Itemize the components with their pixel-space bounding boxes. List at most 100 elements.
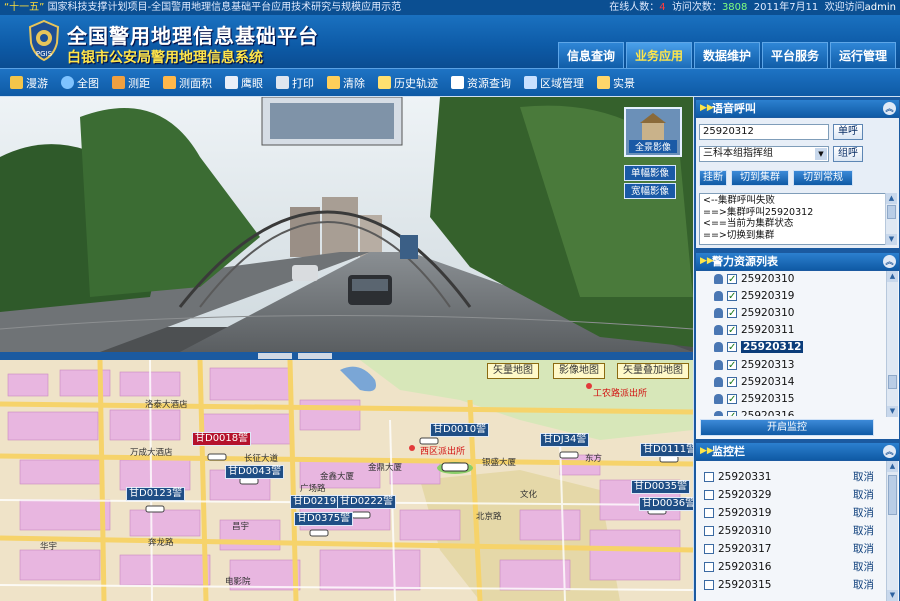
wide-image-button[interactable]: 宽幅影像 bbox=[624, 183, 676, 199]
cancel-link[interactable]: 取消 bbox=[853, 523, 874, 540]
tool-eagle-eye[interactable]: 鹰眼 bbox=[221, 73, 267, 93]
nav-business-app[interactable]: 业务应用 bbox=[626, 42, 692, 68]
tool-measure-area[interactable]: 测面积 bbox=[159, 73, 216, 93]
monitor-scrollbar[interactable]: ▲ ▼ bbox=[886, 461, 898, 601]
resource-item[interactable]: 25920311 bbox=[714, 322, 794, 339]
poi-xiqu-station[interactable]: 西区派出所 bbox=[420, 444, 465, 457]
checkbox[interactable] bbox=[704, 562, 714, 572]
vehicle-label[interactable]: 甘D0123警 bbox=[126, 487, 186, 501]
vehicle-label[interactable]: 甘D0043警 bbox=[225, 465, 285, 479]
checkbox[interactable] bbox=[727, 323, 737, 339]
tool-region-manage[interactable]: 区域管理 bbox=[520, 73, 588, 93]
monitor-header[interactable]: ▶▶ 监控栏 ︽ bbox=[696, 443, 899, 460]
group-call-button[interactable]: 组呼 bbox=[833, 146, 863, 162]
checkbox[interactable] bbox=[727, 306, 737, 322]
tool-print[interactable]: 打印 bbox=[272, 73, 318, 93]
checkbox[interactable] bbox=[727, 392, 737, 408]
vehicle-label[interactable]: 甘D0035警 bbox=[631, 480, 691, 494]
vehicle-label[interactable]: 甘D0222警 bbox=[337, 495, 397, 509]
poi-gongnonglu-station[interactable]: 工农路派出所 bbox=[593, 386, 647, 399]
tool-full-extent[interactable]: 全图 bbox=[57, 73, 103, 93]
single-image-button[interactable]: 单幅影像 bbox=[624, 165, 676, 181]
checkbox[interactable] bbox=[704, 508, 714, 518]
resource-item[interactable]: 25920315 bbox=[714, 391, 794, 408]
resource-item[interactable]: 25920313 bbox=[714, 357, 794, 374]
collapse-icon[interactable]: ︽ bbox=[883, 445, 896, 458]
nav-data-maintenance[interactable]: 数据维护 bbox=[694, 42, 760, 68]
tool-street-view[interactable]: 实景 bbox=[593, 73, 639, 93]
checkbox[interactable] bbox=[704, 490, 714, 500]
group-select[interactable]: 三科本组指挥组 ▼ bbox=[699, 146, 829, 162]
checkbox[interactable] bbox=[727, 375, 737, 391]
collapse-up-handle[interactable] bbox=[258, 353, 292, 359]
start-monitor-button[interactable]: 开启监控 bbox=[700, 419, 874, 436]
panel-splitter[interactable] bbox=[0, 352, 693, 360]
cancel-link[interactable]: 取消 bbox=[853, 577, 874, 594]
person-icon bbox=[714, 377, 723, 387]
resource-item-selected[interactable]: 25920312 bbox=[714, 339, 804, 356]
checkbox[interactable] bbox=[704, 526, 714, 536]
image-map-button[interactable]: 影像地图 bbox=[553, 363, 605, 379]
ruler-icon bbox=[112, 76, 125, 89]
collapse-icon[interactable]: ︽ bbox=[883, 255, 896, 268]
resource-item[interactable]: 25920310 bbox=[714, 305, 794, 322]
resource-item[interactable]: 25920314 bbox=[714, 374, 794, 391]
vehicle-label[interactable]: 甘D0010警 bbox=[430, 423, 490, 437]
checkbox[interactable] bbox=[727, 409, 737, 416]
switch-to-normal-button[interactable]: 切到常规 bbox=[793, 170, 853, 186]
vehicle-label[interactable]: 甘D0375警 bbox=[294, 512, 354, 526]
checkbox[interactable] bbox=[727, 289, 737, 305]
vehicle-label[interactable]: 甘D0018警 bbox=[192, 432, 252, 446]
checkbox[interactable] bbox=[727, 340, 737, 356]
vehicle-label[interactable]: 甘D0036警 bbox=[639, 497, 693, 511]
resource-item[interactable]: 25920316 bbox=[714, 408, 794, 416]
street-view-image[interactable]: 全景影像 单幅影像 宽幅影像 bbox=[0, 97, 693, 352]
resource-item[interactable]: 25920310 bbox=[714, 271, 794, 288]
scroll-up-icon[interactable]: ▲ bbox=[887, 461, 898, 472]
top-info-bar: “十一五” 国家科技支撑计划项目-全国警用地理信息基础平台应用技术研究与规模应用… bbox=[0, 0, 900, 15]
collapse-icon[interactable]: ︽ bbox=[883, 102, 896, 115]
scroll-down-icon[interactable]: ▼ bbox=[887, 590, 898, 601]
resource-scrollbar[interactable]: ▲ ▼ bbox=[886, 271, 898, 417]
cancel-link[interactable]: 取消 bbox=[853, 541, 874, 558]
checkbox[interactable] bbox=[727, 358, 737, 374]
single-call-button[interactable]: 单呼 bbox=[833, 124, 863, 140]
scroll-down-icon[interactable]: ▼ bbox=[886, 234, 897, 245]
scroll-up-icon[interactable]: ▲ bbox=[887, 271, 898, 282]
tool-measure-distance[interactable]: 测距 bbox=[108, 73, 154, 93]
left-panel: 全景影像 单幅影像 宽幅影像 矢量地图 影像地图 矢量叠加地图 工农路派出所 西… bbox=[0, 97, 693, 601]
scroll-down-icon[interactable]: ▼ bbox=[887, 406, 898, 417]
resource-item[interactable]: 25920319 bbox=[714, 288, 794, 305]
cancel-link[interactable]: 取消 bbox=[853, 505, 874, 522]
collapse-down-handle[interactable] bbox=[298, 353, 332, 359]
scroll-up-icon[interactable]: ▲ bbox=[886, 193, 897, 204]
tool-history-track[interactable]: 历史轨迹 bbox=[374, 73, 442, 93]
switch-to-trunk-button[interactable]: 切到集群 bbox=[731, 170, 789, 186]
police-resources-header[interactable]: ▶▶ 警力资源列表 ︽ bbox=[696, 253, 899, 270]
vector-overlay-map-button[interactable]: 矢量叠加地图 bbox=[617, 363, 689, 379]
nav-operation-manage[interactable]: 运行管理 bbox=[830, 42, 896, 68]
vehicle-label[interactable]: 甘D0111警 bbox=[640, 443, 693, 457]
panorama-thumbnail[interactable]: 全景影像 bbox=[624, 107, 682, 157]
checkbox[interactable] bbox=[704, 580, 714, 590]
person-icon bbox=[714, 325, 723, 335]
nav-platform-service[interactable]: 平台服务 bbox=[762, 42, 828, 68]
tool-pan[interactable]: 漫游 bbox=[6, 73, 52, 93]
expand-arrow-icon: ▶▶ bbox=[700, 446, 714, 456]
tool-clear[interactable]: 清除 bbox=[323, 73, 369, 93]
checkbox[interactable] bbox=[727, 272, 737, 288]
checkbox[interactable] bbox=[704, 472, 714, 482]
nav-info-query[interactable]: 信息查询 bbox=[558, 42, 624, 68]
tool-resource-search[interactable]: 资源查询 bbox=[447, 73, 515, 93]
hangup-button[interactable]: 挂断 bbox=[699, 170, 727, 186]
cancel-link[interactable]: 取消 bbox=[853, 559, 874, 576]
cancel-link[interactable]: 取消 bbox=[853, 469, 874, 486]
voice-call-header[interactable]: ▶▶ 语音呼叫 ︽ bbox=[696, 100, 899, 117]
call-number-input[interactable]: 25920312 bbox=[699, 124, 829, 140]
vector-map-button[interactable]: 矢量地图 bbox=[487, 363, 539, 379]
vehicle-label[interactable]: 甘DJ34警 bbox=[540, 433, 590, 447]
checkbox[interactable] bbox=[704, 544, 714, 554]
call-log-scrollbar[interactable]: ▲ ▼ bbox=[885, 193, 897, 245]
cancel-link[interactable]: 取消 bbox=[853, 487, 874, 504]
map-view[interactable]: 矢量地图 影像地图 矢量叠加地图 工农路派出所 西区派出所 洛泰大酒店 万成大酒… bbox=[0, 360, 693, 601]
